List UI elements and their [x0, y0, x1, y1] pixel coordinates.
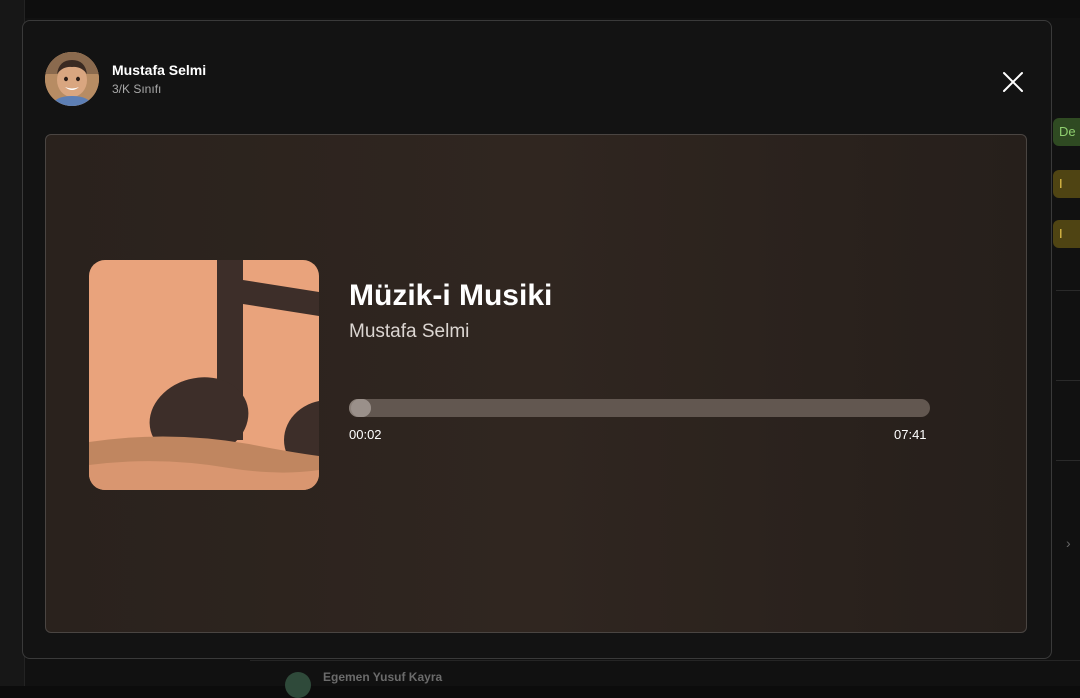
progress-bar[interactable] [349, 399, 930, 417]
student-class: 3/K Sınıfı [112, 82, 162, 96]
audio-player-panel: Müzik-i Musiki Mustafa Selmi 00:02 07:41 [45, 134, 1027, 633]
current-time: 00:02 [349, 427, 382, 442]
student-avatar [45, 52, 99, 106]
total-duration: 07:41 [894, 427, 927, 442]
track-title: Müzik-i Musiki [349, 279, 553, 312]
background-divider [1056, 460, 1080, 461]
background-student-name: Egemen Yusuf Kayra [323, 670, 443, 684]
background-tag: De [1053, 118, 1080, 146]
album-cover [89, 260, 319, 490]
close-button[interactable] [999, 68, 1027, 96]
student-name: Mustafa Selmi [112, 62, 207, 78]
background-topbar [0, 0, 1080, 18]
background-tag: I [1053, 170, 1080, 198]
background-tag: I [1053, 220, 1080, 248]
music-note-icon [89, 260, 319, 490]
close-icon [1003, 72, 1023, 92]
progress-knob[interactable] [351, 399, 371, 417]
track-artist: Mustafa Selmi [349, 321, 470, 342]
background-avatar [285, 672, 311, 698]
chevron-right-icon: › [1066, 535, 1071, 551]
audio-player-modal: Mustafa Selmi 3/K Sınıfı Müzik-i Musiki [22, 20, 1052, 659]
background-divider [1056, 290, 1080, 291]
background-divider [1056, 380, 1080, 381]
avatar-photo [45, 52, 99, 106]
